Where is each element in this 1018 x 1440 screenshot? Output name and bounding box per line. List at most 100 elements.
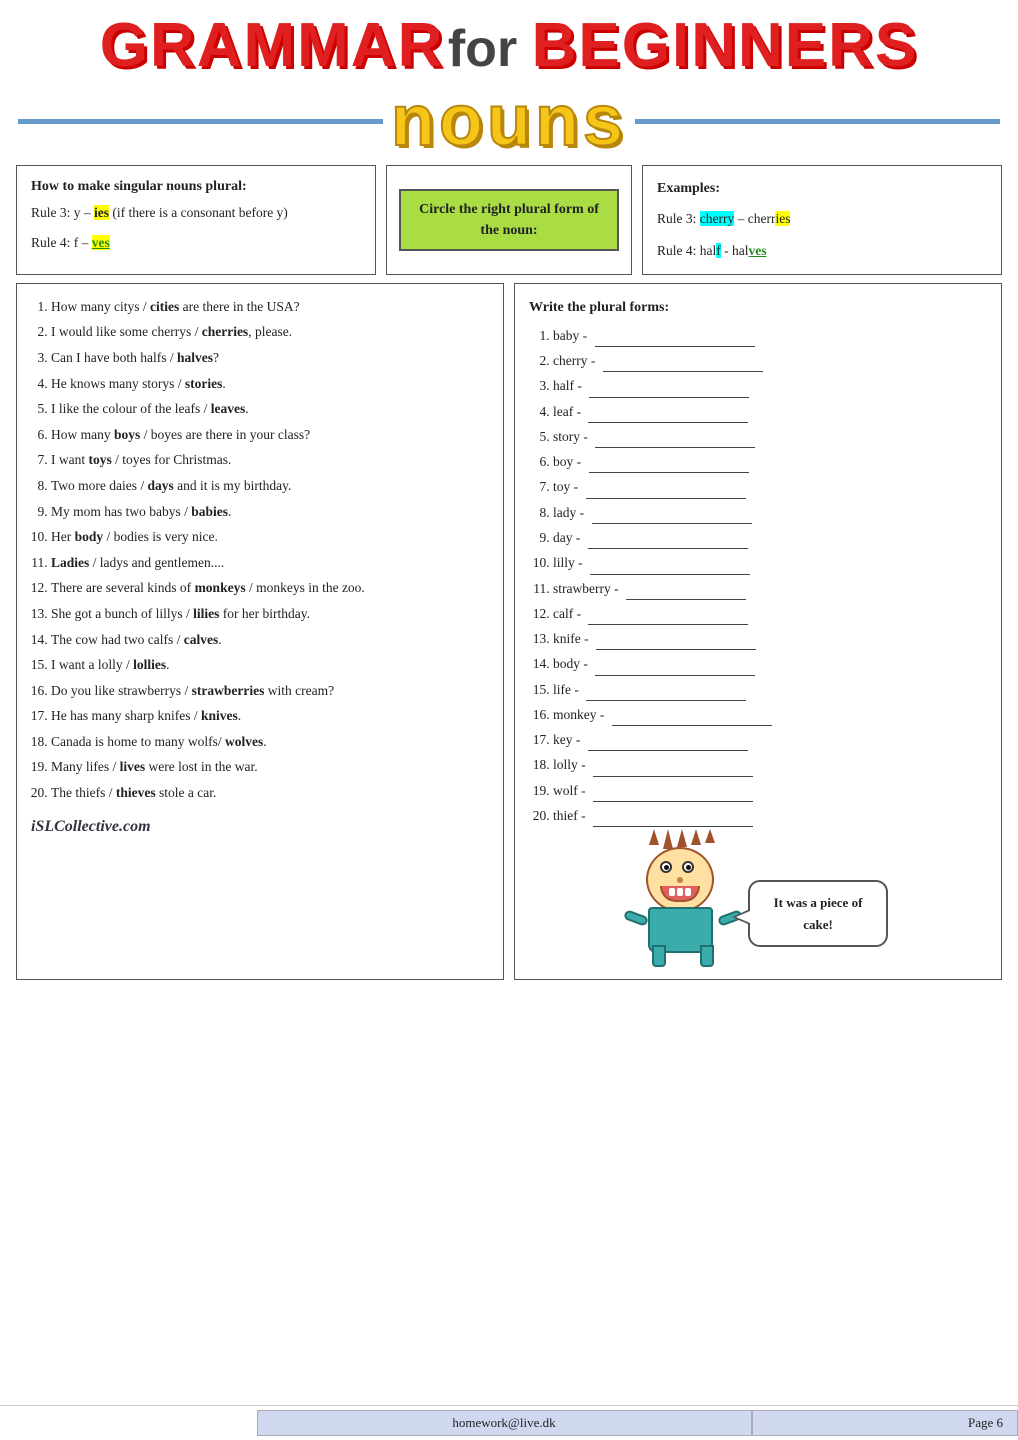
answer-line (588, 548, 748, 549)
ves-hl: ves (749, 243, 767, 258)
list-item: story - (553, 426, 987, 448)
rule4-ves: ves (92, 235, 110, 250)
list-item: I want toys / toyes for Christmas. (51, 449, 489, 471)
answer-line (593, 826, 753, 827)
list-item: Ladies / ladys and gentlemen.... (51, 552, 489, 574)
header: GRAMMAR for BEGINNERS nouns (0, 0, 1018, 157)
list-item: baby - (553, 325, 987, 347)
list-item: Two more daies / days and it is my birth… (51, 475, 489, 497)
answer-line (596, 649, 756, 650)
speech-bubble-text: It was a piece of cake! (774, 895, 863, 931)
examples-box: Examples: Rule 3: cherry – cherries Rule… (642, 165, 1002, 275)
list-item: strawberry - (553, 578, 987, 600)
answer-line (589, 472, 749, 473)
write-plural-list: baby - cherry - half - leaf - story - bo… (529, 325, 987, 827)
list-item: I like the colour of the leafs / leaves. (51, 398, 489, 420)
rule3-text: Rule 3: y – ies (if there is a consonant… (31, 202, 361, 224)
rule3-ies: ies (94, 205, 109, 220)
list-item: leaf - (553, 401, 987, 423)
list-item: knife - (553, 628, 987, 650)
list-item: day - (553, 527, 987, 549)
left-panel: How many citys / cities are there in the… (16, 283, 504, 980)
list-item: How many boys / boyes are there in your … (51, 424, 489, 446)
examples-title: Examples: (657, 176, 987, 201)
circle-instruction: Circle the right plural form of the noun… (399, 189, 619, 251)
answer-line (612, 725, 772, 726)
rules-title: How to make singular nouns plural: (31, 176, 361, 198)
list-item: lilly - (553, 552, 987, 574)
list-item: Her body / bodies is very nice. (51, 526, 489, 548)
list-item: He has many sharp knifes / knives. (51, 705, 489, 727)
answer-line (626, 599, 746, 600)
list-item: thief - (553, 805, 987, 827)
footer-email: homework@live.dk (257, 1410, 752, 1436)
list-item: boy - (553, 451, 987, 473)
rule4-text: Rule 4: f – ves (31, 232, 361, 254)
answer-line (588, 750, 748, 751)
f-hl: f (716, 243, 721, 258)
title-grammar: GRAMMAR (100, 11, 445, 80)
list-item: There are several kinds of monkeys / mon… (51, 577, 489, 599)
list-item: toy - (553, 476, 987, 498)
example-rule4: Rule 4: half - halves (657, 239, 987, 263)
rule3-note: (if there is a consonant before y) (112, 205, 287, 220)
answer-line (595, 675, 755, 676)
answer-line (586, 700, 746, 701)
list-item: lolly - (553, 754, 987, 776)
cartoon-leg-left (652, 945, 666, 967)
list-item: half - (553, 375, 987, 397)
cherry-hl: cherry (700, 211, 734, 226)
watermark: iSLCollective.com (31, 814, 489, 840)
answer-line (593, 801, 753, 802)
answer-line (593, 776, 753, 777)
speech-bubble: It was a piece of cake! (748, 880, 888, 947)
cartoon-head (646, 847, 714, 912)
list-item: Can I have both halfs / halves? (51, 347, 489, 369)
answer-line (588, 422, 748, 423)
list-item: I want a lolly / lollies. (51, 654, 489, 676)
list-item: Do you like strawberrys / strawberries w… (51, 680, 489, 702)
list-item: My mom has two babys / babies. (51, 501, 489, 523)
answer-line (589, 397, 749, 398)
list-item: body - (553, 653, 987, 675)
answer-line (586, 498, 746, 499)
list-item: She got a bunch of lillys / lilies for h… (51, 603, 489, 625)
list-item: I would like some cherrys / cherries, pl… (51, 321, 489, 343)
rules-section: How to make singular nouns plural: Rule … (16, 165, 1002, 275)
circle-box: Circle the right plural form of the noun… (386, 165, 632, 275)
list-item: The thiefs / thieves stole a car. (51, 782, 489, 804)
list-item: wolf - (553, 780, 987, 802)
nouns-subtitle: nouns (391, 85, 627, 157)
list-item: calf - (553, 603, 987, 625)
answer-line (590, 574, 750, 575)
footer-page: Page 6 (752, 1410, 1018, 1436)
list-item: key - (553, 729, 987, 751)
cartoon-arm-left (623, 909, 649, 927)
list-item: Many lifes / lives were lost in the war. (51, 756, 489, 778)
nouns-rule-left (18, 119, 383, 124)
list-item: life - (553, 679, 987, 701)
list-item: Canada is home to many wolfs/ wolves. (51, 731, 489, 753)
nouns-line: nouns (10, 85, 1008, 157)
list-item: The cow had two calfs / calves. (51, 629, 489, 651)
list-item: cherry - (553, 350, 987, 372)
answer-line (588, 624, 748, 625)
footer: homework@live.dk Page 6 (0, 1405, 1018, 1440)
list-item: monkey - (553, 704, 987, 726)
answer-line (592, 523, 752, 524)
example-rule3: Rule 3: cherry – cherries (657, 207, 987, 231)
list-item: lady - (553, 502, 987, 524)
cartoon-figure (628, 837, 738, 967)
right-panel: Write the plural forms: baby - cherry - … (514, 283, 1002, 980)
rules-box: How to make singular nouns plural: Rule … (16, 165, 376, 275)
answer-line (595, 346, 755, 347)
answer-line (595, 447, 755, 448)
cartoon-hair (646, 829, 718, 847)
main-content: How many citys / cities are there in the… (16, 283, 1002, 980)
nouns-rule-right (635, 119, 1000, 124)
title-for: for (448, 20, 532, 78)
ies-hl: ies (775, 211, 790, 226)
answer-line (603, 371, 763, 372)
cartoon-area: It was a piece of cake! (529, 837, 987, 967)
exercise-list: How many citys / cities are there in the… (31, 296, 489, 804)
